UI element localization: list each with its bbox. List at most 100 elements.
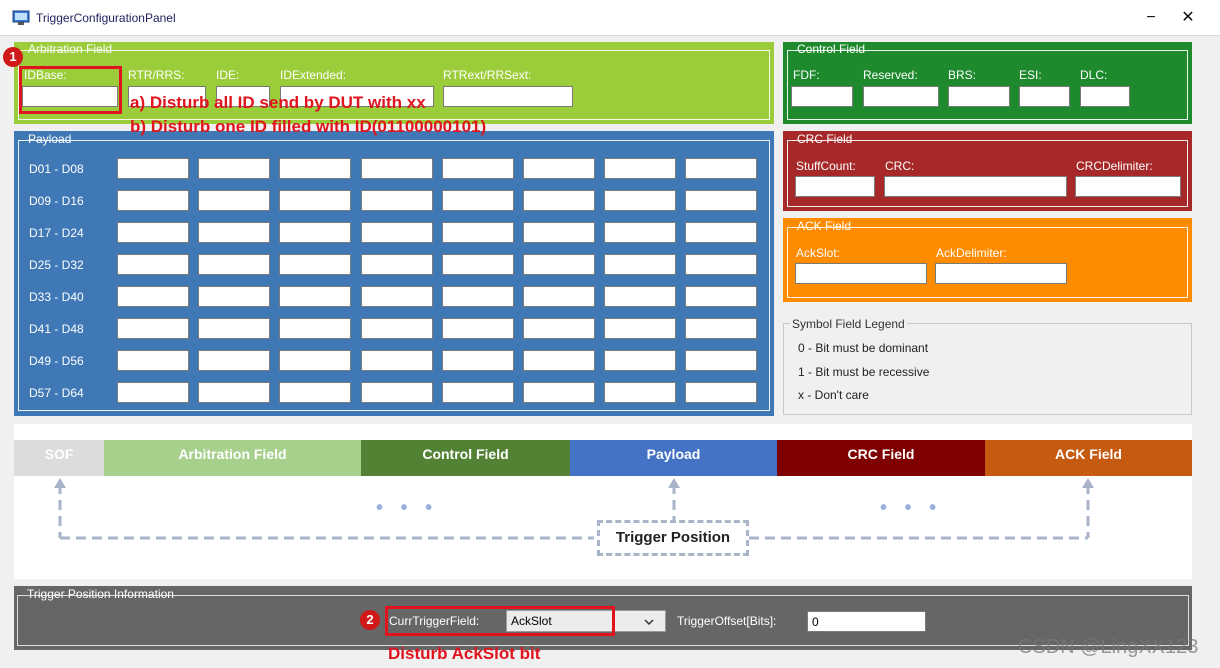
payload-byte-input[interactable]: [523, 382, 595, 403]
payload-byte-input[interactable]: [604, 254, 676, 275]
crc-input[interactable]: [884, 176, 1067, 197]
rtrext-label: RTRext/RRSext:: [443, 68, 532, 82]
segment-ack[interactable]: ACK Field: [985, 440, 1192, 476]
payload-byte-input[interactable]: [117, 190, 189, 211]
trigger-info-title: Trigger Position Information: [27, 587, 174, 601]
payload-byte-input[interactable]: [361, 350, 433, 371]
title-bar: TriggerConfigurationPanel − ✕: [0, 0, 1220, 36]
payload-byte-input[interactable]: [117, 350, 189, 371]
payload-byte-input[interactable]: [198, 254, 270, 275]
payload-byte-input[interactable]: [442, 190, 514, 211]
payload-byte-input[interactable]: [685, 286, 757, 307]
payload-byte-input[interactable]: [198, 286, 270, 307]
payload-byte-input[interactable]: [442, 350, 514, 371]
payload-byte-input[interactable]: [442, 254, 514, 275]
payload-byte-input[interactable]: [442, 382, 514, 403]
payload-byte-input[interactable]: [279, 222, 351, 243]
payload-byte-input[interactable]: [604, 382, 676, 403]
payload-byte-input[interactable]: [523, 350, 595, 371]
payload-byte-input[interactable]: [117, 318, 189, 339]
payload-byte-input[interactable]: [685, 382, 757, 403]
payload-byte-input[interactable]: [685, 190, 757, 211]
payload-byte-input[interactable]: [117, 382, 189, 403]
payload-byte-input[interactable]: [279, 190, 351, 211]
crcdelim-label: CRCDelimiter:: [1076, 159, 1153, 173]
payload-byte-input[interactable]: [361, 222, 433, 243]
payload-byte-input[interactable]: [361, 254, 433, 275]
payload-byte-input[interactable]: [604, 222, 676, 243]
payload-byte-input[interactable]: [361, 158, 433, 179]
payload-byte-input[interactable]: [198, 318, 270, 339]
ackdelim-input[interactable]: [935, 263, 1067, 284]
payload-byte-input[interactable]: [523, 158, 595, 179]
payload-byte-input[interactable]: [523, 286, 595, 307]
payload-byte-input[interactable]: [523, 254, 595, 275]
payload-byte-input[interactable]: [279, 254, 351, 275]
payload-byte-input[interactable]: [442, 318, 514, 339]
payload-byte-input[interactable]: [604, 158, 676, 179]
dots-left: • • •: [376, 497, 439, 519]
close-button[interactable]: ✕: [1172, 6, 1204, 30]
crcdelim-input[interactable]: [1075, 176, 1181, 197]
payload-byte-input[interactable]: [442, 222, 514, 243]
brs-input[interactable]: [948, 86, 1010, 107]
payload-byte-input[interactable]: [685, 318, 757, 339]
legend-title: Symbol Field Legend: [790, 317, 907, 331]
payload-byte-input[interactable]: [685, 254, 757, 275]
rtr-label: RTR/RRS:: [128, 68, 185, 82]
payload-byte-input[interactable]: [198, 350, 270, 371]
payload-byte-input[interactable]: [117, 222, 189, 243]
payload-row-label: D17 - D24: [29, 226, 84, 240]
minimize-button[interactable]: −: [1135, 6, 1167, 30]
payload-byte-input[interactable]: [117, 254, 189, 275]
payload-byte-input[interactable]: [279, 350, 351, 371]
payload-byte-input[interactable]: [523, 222, 595, 243]
payload-byte-input[interactable]: [361, 190, 433, 211]
payload-byte-input[interactable]: [604, 318, 676, 339]
payload-byte-input[interactable]: [685, 222, 757, 243]
segment-payload[interactable]: Payload: [570, 440, 777, 476]
payload-byte-input[interactable]: [198, 190, 270, 211]
payload-byte-input[interactable]: [198, 158, 270, 179]
esi-input[interactable]: [1019, 86, 1070, 107]
rtrext-input[interactable]: [443, 86, 573, 107]
segment-sof[interactable]: SOF: [14, 440, 104, 476]
reserved-input[interactable]: [863, 86, 939, 107]
payload-byte-input[interactable]: [117, 286, 189, 307]
ackslot-input[interactable]: [795, 263, 927, 284]
payload-byte-input[interactable]: [604, 190, 676, 211]
crc-label: CRC:: [885, 159, 915, 173]
payload-byte-input[interactable]: [604, 286, 676, 307]
segment-arbitration[interactable]: Arbitration Field: [104, 440, 361, 476]
segment-crc[interactable]: CRC Field: [777, 440, 985, 476]
annotation-note-a: a) Disturb all ID send by DUT with xx: [130, 93, 426, 112]
payload-byte-input[interactable]: [604, 350, 676, 371]
payload-byte-input[interactable]: [117, 158, 189, 179]
payload-byte-input[interactable]: [279, 382, 351, 403]
payload-byte-input[interactable]: [198, 382, 270, 403]
window-title: TriggerConfigurationPanel: [36, 11, 176, 25]
payload-byte-input[interactable]: [279, 158, 351, 179]
trigger-offset-input[interactable]: [807, 611, 926, 632]
segment-control[interactable]: Control Field: [361, 440, 570, 476]
stuffcount-input[interactable]: [795, 176, 875, 197]
dots-right: • • •: [880, 497, 943, 519]
payload-byte-input[interactable]: [685, 158, 757, 179]
dlc-input[interactable]: [1080, 86, 1130, 107]
payload-byte-input[interactable]: [361, 286, 433, 307]
annotation-badge-1: 1: [3, 47, 23, 67]
payload-byte-input[interactable]: [442, 286, 514, 307]
payload-byte-input[interactable]: [523, 318, 595, 339]
payload-byte-input[interactable]: [198, 222, 270, 243]
payload-byte-input[interactable]: [279, 318, 351, 339]
payload-row-label: D01 - D08: [29, 162, 84, 176]
annotation-note-ack: Disturb AckSlot bit: [388, 644, 541, 663]
payload-byte-input[interactable]: [442, 158, 514, 179]
legend-item-recessive: 1 - Bit must be recessive: [798, 365, 930, 379]
fdf-input[interactable]: [791, 86, 853, 107]
payload-byte-input[interactable]: [523, 190, 595, 211]
payload-byte-input[interactable]: [361, 382, 433, 403]
payload-byte-input[interactable]: [279, 286, 351, 307]
payload-byte-input[interactable]: [685, 350, 757, 371]
payload-byte-input[interactable]: [361, 318, 433, 339]
